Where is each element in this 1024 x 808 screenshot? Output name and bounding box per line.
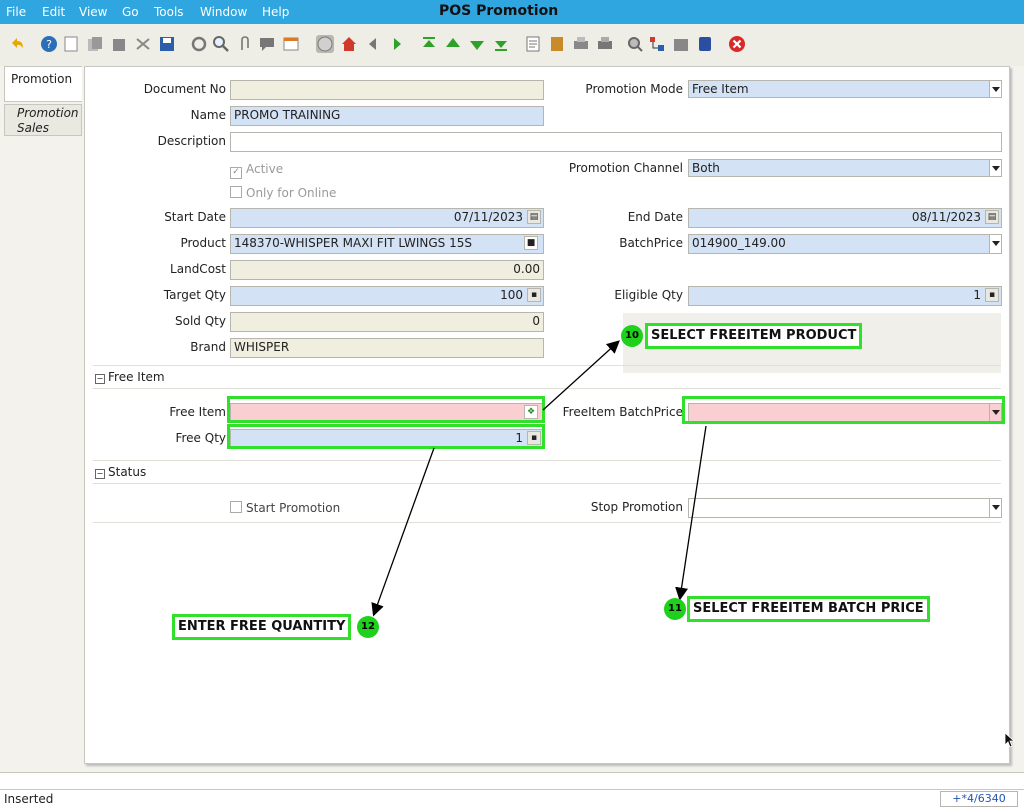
- step-11-badge: 11: [664, 598, 686, 620]
- status-bar: Inserted +*4/6340: [0, 790, 1024, 808]
- callout-enter-free-quantity: ENTER FREE QUANTITY: [172, 614, 352, 640]
- status-bar-upper: [0, 772, 1024, 790]
- annotation-arrows: [371, 340, 707, 617]
- mouse-cursor-icon: [1004, 732, 1016, 748]
- status-text: Inserted: [4, 792, 54, 806]
- step-10-badge: 10: [621, 325, 643, 347]
- record-count[interactable]: +*4/6340: [940, 791, 1018, 807]
- callout-select-freeitem-batch-price: SELECT FREEITEM BATCH PRICE: [687, 596, 930, 622]
- step-12-badge: 12: [357, 616, 379, 638]
- callout-select-freeitem-product: SELECT FREEITEM PRODUCT: [645, 323, 863, 349]
